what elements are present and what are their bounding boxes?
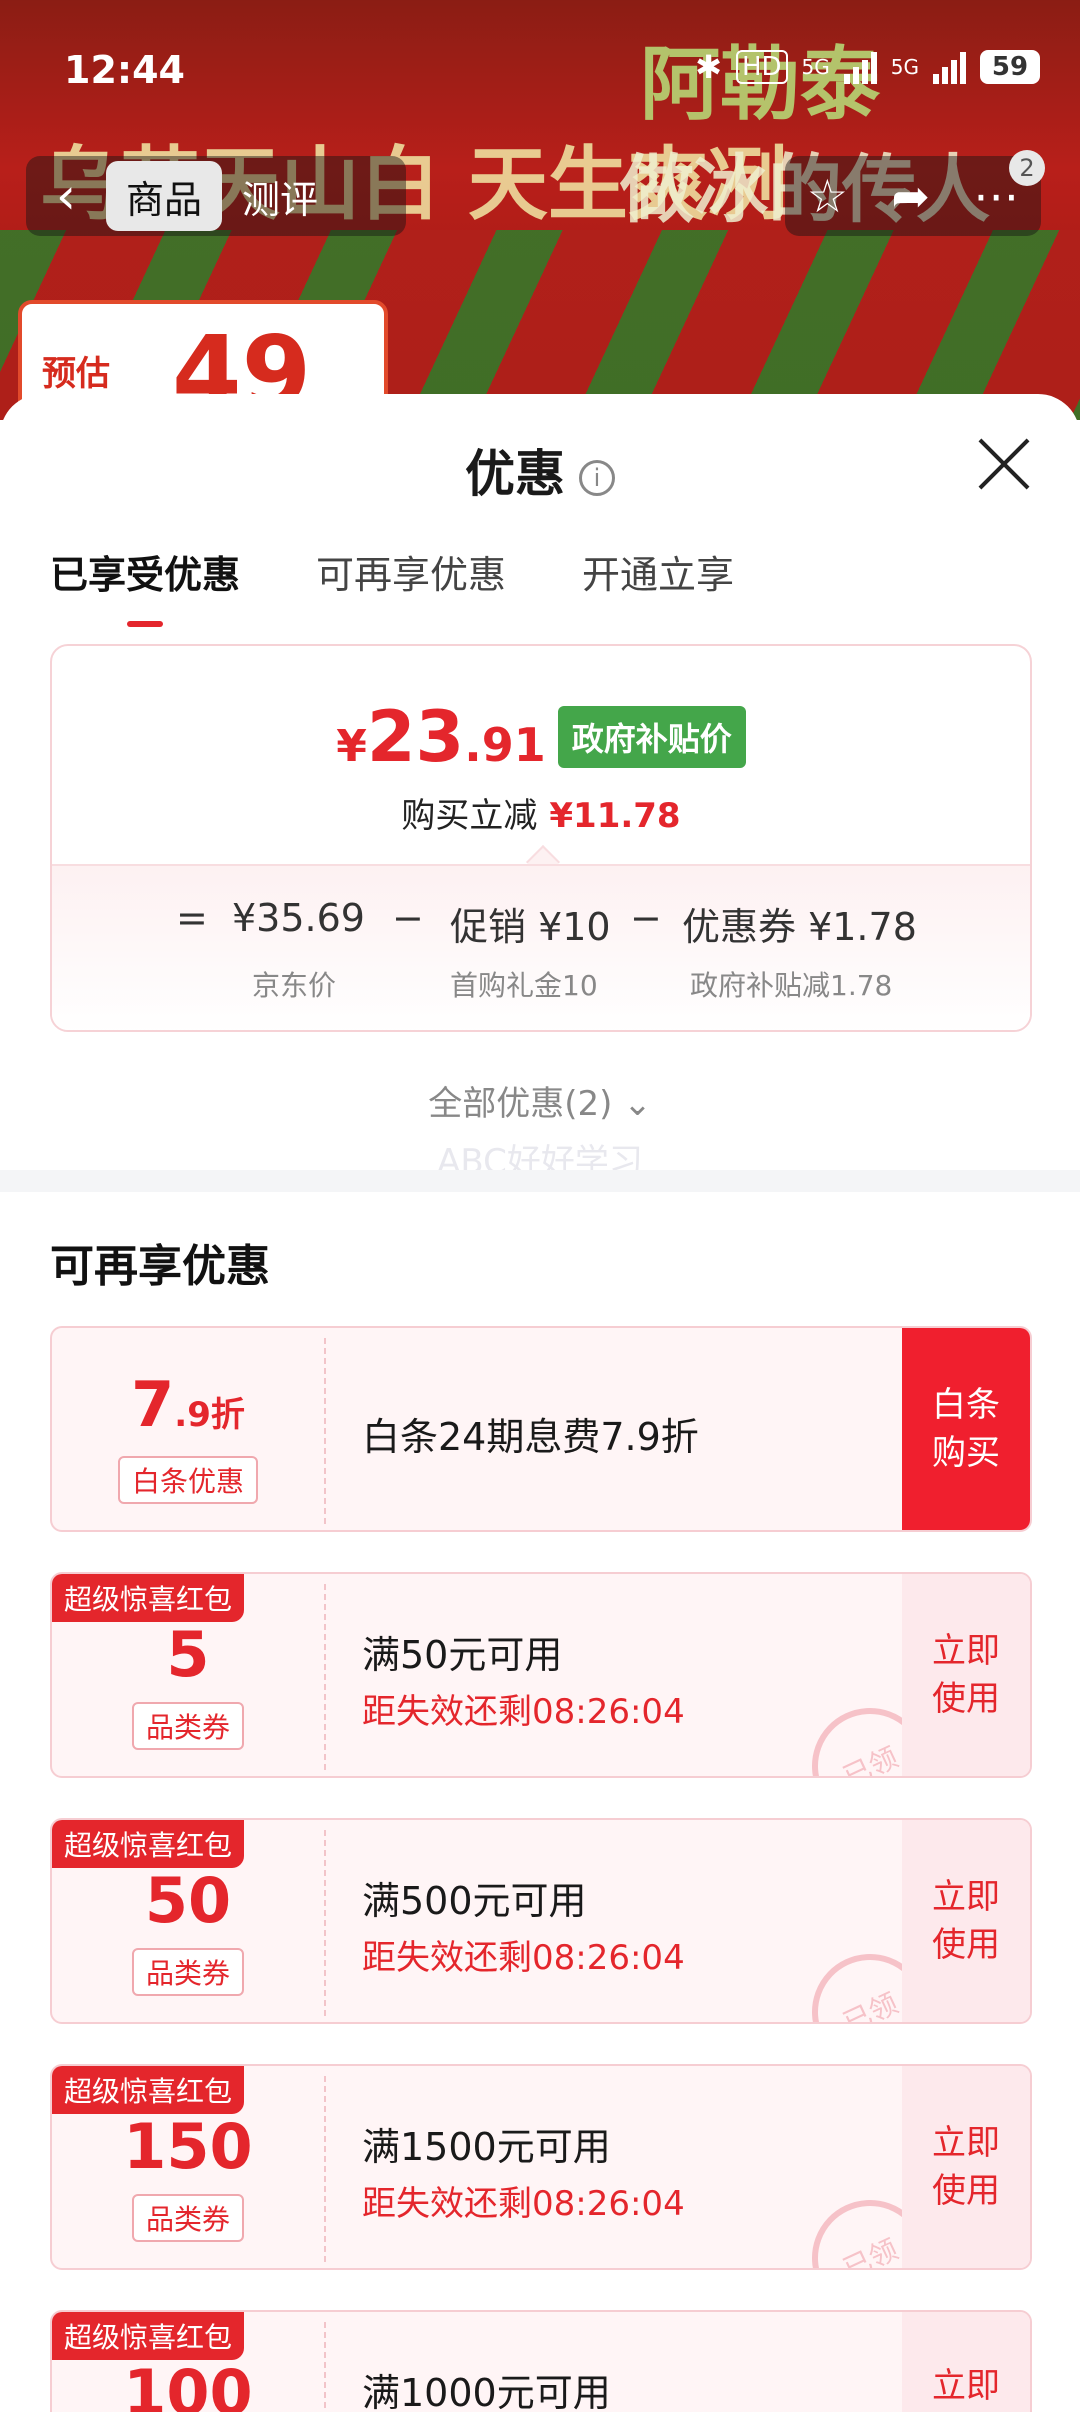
all-deals-label: 全部优惠(2) [428, 1084, 613, 1124]
close-icon[interactable] [976, 436, 1032, 492]
top-actions: ☆ ➦ ⋯ 2 [785, 150, 1045, 236]
coupon-condition: 满500元可用 [362, 1879, 587, 1923]
sheet-title: 优惠 i [0, 434, 1080, 506]
coupon-separator [324, 2076, 326, 2262]
network-label-1: 5G [801, 55, 830, 79]
back-icon[interactable]: ‹ [26, 156, 106, 236]
formula-jd-price-label: 京东价 [252, 969, 337, 1002]
coupon-card: 7.9折 白条优惠 白条24期息费7.9折 白条 购买 [50, 1326, 1032, 1532]
buy-discount-amount: ¥11.78 [549, 796, 681, 836]
coupon-separator [324, 2322, 326, 2412]
signal-icon [843, 50, 877, 84]
coupon-value: 50 [144, 1864, 232, 1937]
final-price-row: ¥23.91 政府补贴价 [52, 696, 1030, 778]
tab-enjoyed[interactable]: 已享受优惠 [50, 544, 240, 627]
coupon-type-tag: 白条优惠 [117, 1456, 259, 1504]
section-title: 可再享优惠 [50, 1241, 270, 1292]
coupon-value: 100 [123, 2356, 253, 2412]
coupon-value-area: 50 品类券 [52, 1820, 324, 2022]
star-icon[interactable]: ☆ [807, 169, 848, 223]
coupon-description: 白条24期息费7.9折 [362, 1415, 699, 1459]
status-bar: 12:44 ✱ HD 5G 5G 59 [0, 0, 1080, 140]
coupon-type-tag: 品类券 [131, 1702, 245, 1750]
share-icon[interactable]: ➦ [891, 169, 930, 223]
battery-icon: 59 [980, 50, 1040, 84]
info-icon[interactable]: i [579, 459, 615, 496]
coupon-card: 超级惊喜红包 50 品类券 满500元可用 距失效还剩08:26:04 已领 立… [50, 1818, 1032, 2024]
use-now-button[interactable]: 立即 使用 [902, 1574, 1030, 1776]
formula-promo-label: 首购礼金10 [450, 969, 598, 1002]
status-icons: ✱ HD 5G 5G 59 [695, 48, 1040, 86]
coupon-expiry: 距失效还剩08:26:04 [362, 1938, 685, 1978]
coupon-separator [324, 1830, 326, 2016]
coupon-type-tag: 品类券 [131, 1948, 245, 1996]
use-now-button[interactable]: 立即 使用 [902, 2312, 1030, 2412]
coupon-condition: 满1500元可用 [362, 2125, 611, 2169]
gov-subsidy-tag: 政府补贴价 [557, 706, 746, 768]
discount-sheet: 优惠 i 已享受优惠 可再享优惠 开通立享 ¥23.91 政府补贴价 购买立减 ¥11… [0, 394, 1080, 2412]
tab-review[interactable]: 测评 [222, 161, 338, 231]
formula-op: − [392, 896, 424, 940]
hero-est-label: 预估 [42, 354, 110, 394]
coupon-separator [324, 1338, 326, 1524]
coupon-expiry: 距失效还剩08:26:04 [362, 2184, 685, 2224]
hd-label: HD [735, 50, 788, 84]
formula-coupon-label: 政府补贴减1.78 [690, 969, 893, 1002]
message-badge: 2 [1009, 150, 1045, 186]
tab-open-to-enjoy[interactable]: 开通立享 [582, 544, 734, 619]
coupon-expiry: 距失效还剩08:26:04 [362, 1692, 685, 1732]
sheet-title-text: 优惠 [465, 445, 565, 503]
coupon-card: 超级惊喜红包 150 品类券 满1500元可用 距失效还剩08:26:04 已领… [50, 2064, 1032, 2270]
use-now-button[interactable]: 立即 使用 [902, 2066, 1030, 2268]
section-divider [0, 1170, 1080, 1192]
network-label-2: 5G [890, 55, 919, 79]
coupon-separator [324, 1584, 326, 1770]
discount-tabs: 已享受优惠 可再享优惠 开通立享 [50, 544, 734, 627]
coupon-value: 7.9折 [131, 1368, 245, 1441]
coupon-value: 150 [123, 2110, 253, 2183]
coupon-value-area: 100 [52, 2312, 324, 2412]
coupon-type-tag: 品类券 [131, 2194, 245, 2242]
tab-more-available[interactable]: 可再享优惠 [316, 544, 506, 619]
use-now-button[interactable]: 立即 使用 [902, 1820, 1030, 2022]
formula-op: = [176, 896, 208, 940]
final-price: ¥23.91 [336, 696, 546, 778]
tab-product[interactable]: 商品 [106, 161, 223, 231]
coupon-condition: 满50元可用 [362, 1633, 563, 1677]
formula-jd-price: ¥35.69 [232, 896, 365, 940]
chevron-down-icon: ⌄ [623, 1084, 652, 1124]
coupon-value-area: 150 品类券 [52, 2066, 324, 2268]
price-summary-card: ¥23.91 政府补贴价 购买立减 ¥11.78 = ¥35.69 京东价 − 促销… [50, 644, 1032, 1032]
baitiao-buy-button[interactable]: 白条 购买 [902, 1328, 1030, 1530]
top-nav: ‹ 商品 测评 [26, 156, 406, 236]
bluetooth-icon: ✱ [695, 48, 722, 86]
all-deals-toggle[interactable]: 全部优惠(2) ⌄ [0, 1076, 1080, 1125]
coupon-value: 5 [166, 1618, 210, 1691]
coupon-card: 超级惊喜红包 100 满1000元可用 立即 使用 [50, 2310, 1032, 2412]
status-time: 12:44 [64, 48, 185, 92]
formula-coupon: 优惠券 ¥1.78 [682, 905, 917, 949]
formula-promo: 促销 ¥10 [450, 905, 611, 949]
formula-op: − [630, 896, 662, 940]
coupon-value-area: 7.9折 白条优惠 [52, 1328, 324, 1530]
buy-discount-row: 购买立减 ¥11.78 [52, 788, 1030, 837]
signal-icon [933, 50, 966, 84]
price-formula: = ¥35.69 京东价 − 促销 ¥10 首购礼金10 − 优惠券 ¥1.78… [52, 864, 1030, 1030]
coupon-condition: 满1000元可用 [362, 2371, 611, 2412]
buy-discount-label: 购买立减 [401, 796, 538, 836]
coupon-value-area: 5 品类券 [52, 1574, 324, 1776]
coupon-card: 超级惊喜红包 5 品类券 满50元可用 距失效还剩08:26:04 已领 立即 … [50, 1572, 1032, 1778]
